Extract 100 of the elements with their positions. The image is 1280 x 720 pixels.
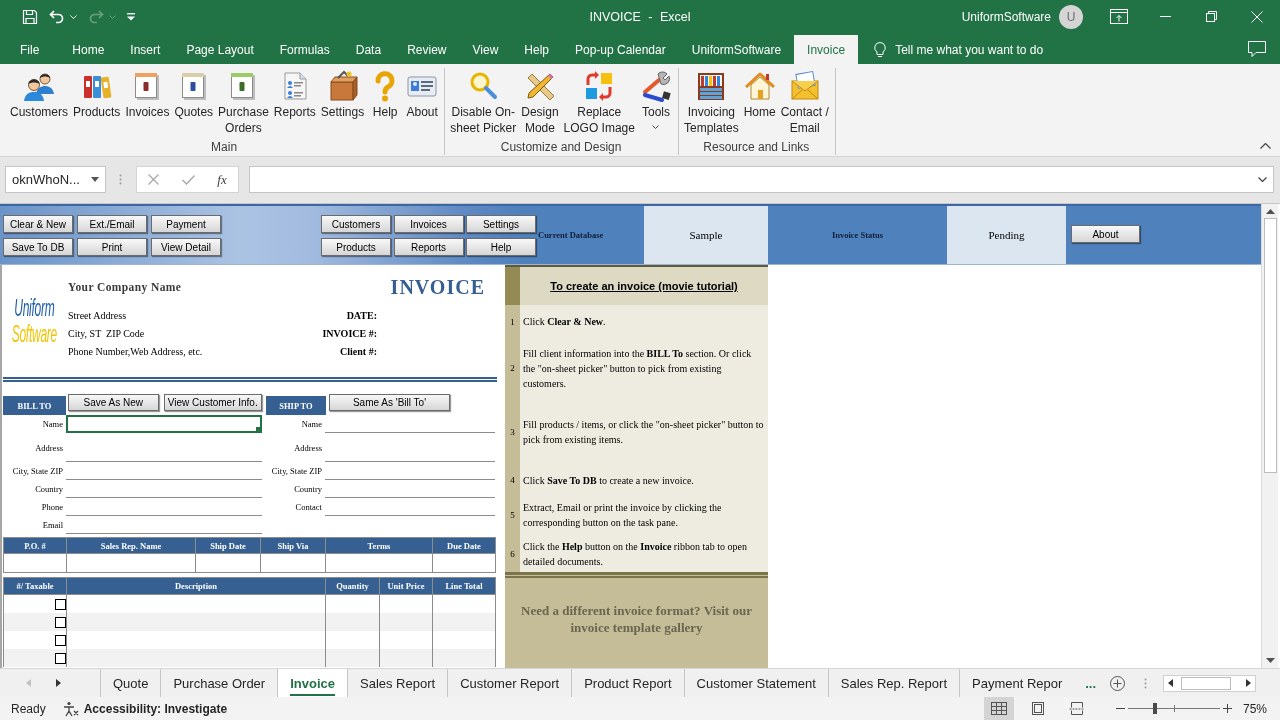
sheet-button[interactable]: Settings [466,215,536,233]
group-label: Main [210,139,239,155]
comment-icon[interactable] [1248,40,1266,57]
field-label: Address [35,442,63,453]
sheet-button[interactable]: About [1071,225,1140,243]
step-number: 2 [510,363,515,373]
sheet-tab[interactable]: Payment Repor [960,669,1066,697]
triangle-down-icon[interactable] [1265,658,1275,663]
ribbon-tab[interactable]: File [7,35,53,64]
checkbox[interactable] [55,598,66,610]
ribbon-button[interactable]: Replace LOGO Image [561,68,637,136]
table-cell [433,613,496,631]
insert-function-button[interactable]: fx [217,171,227,188]
ribbon-tab[interactable]: Home [59,35,118,64]
ribbon-button[interactable]: Invoices [123,68,172,120]
house-icon [743,70,776,102]
checkbox[interactable] [55,616,66,628]
ribbon-button[interactable]: Design Mode [519,68,561,136]
zoom-in-icon[interactable] [1222,704,1232,713]
ribbon-button[interactable]: Contact / Email [778,68,831,136]
envelope-icon [788,70,821,102]
page-layout-icon [1029,702,1046,715]
field-label: Email [42,520,63,530]
caret-down-icon[interactable] [91,177,99,182]
company-address-line: City, ST ZIP Code [68,327,145,339]
field-label: City, State ZIP [271,466,322,476]
ribbon-tab[interactable]: Page Layout [173,35,267,64]
ribbon-button[interactable]: Purchase Orders [216,68,271,136]
people-icon [23,70,55,102]
sheet-button[interactable]: Payment [151,215,221,233]
sheet-button[interactable]: View Detail [151,238,221,256]
ribbon-button[interactable]: Quotes [172,68,216,120]
tell-me-search[interactable]: Tell me what you want to do [874,35,1044,64]
sheet-button[interactable]: Ext./Email [77,215,147,233]
sheet-button[interactable]: Print [77,238,147,256]
ribbon-button[interactable]: Customers [8,68,70,120]
triangle-right-icon[interactable] [1246,679,1251,687]
ribbon-button[interactable]: Products [71,68,123,120]
ribbon-tab[interactable]: View [459,35,512,64]
step-text: Fill client information into the BILL To section. Or click the "on-sheet picker" button to pick from existing customers. [523,346,753,391]
formula-input[interactable] [249,166,1274,193]
ribbon-tab[interactable]: Insert [117,35,174,64]
ribbon-button[interactable]: Help [367,68,404,120]
column-header: Terms [326,538,433,554]
view-button[interactable] [983,697,1014,720]
section-heading: BILL TO [3,396,66,415]
ribbon-tab[interactable]: UniformSoftware [678,35,795,64]
checkbox[interactable] [55,634,66,646]
ribbon-tab[interactable]: Data [342,35,395,64]
sheet-button[interactable]: Help [466,238,536,256]
ribbon-tab[interactable]: Help [511,35,562,64]
sheet-button[interactable]: Reports [393,238,464,256]
input-field[interactable] [66,415,262,433]
company-logo: Uniform Software [11,294,57,347]
ribbon-button[interactable]: Settings [318,68,367,120]
status-field: Pending [947,206,1066,264]
ribbon-tab[interactable]: Review [394,35,460,64]
accessibility-button[interactable]: Accessibility: Investigate [62,700,228,717]
slider-thumb[interactable] [1152,703,1157,714]
caret-up-icon[interactable] [1260,143,1271,149]
field-label: DATE: [346,309,377,321]
column-header: Quantity [326,578,380,595]
step-text: Click Clear & New. [523,315,606,329]
ribbon-button[interactable]: Home [741,68,778,120]
triangle-left-icon[interactable] [1168,679,1173,687]
add-sheet-icon[interactable] [1110,675,1125,691]
field-label: Country [35,484,63,494]
ribbon-button[interactable]: Disable On- sheet Picker [448,68,519,136]
checkbox[interactable] [55,652,66,664]
ribbon-tab[interactable]: Pop-up Calendar [562,35,679,64]
triangle-up-icon[interactable] [1265,209,1275,214]
column-header: Due Date [433,538,496,554]
field-label: INVOICE #: [322,327,377,339]
sheet-button[interactable]: Save To DB [3,238,73,256]
check-icon[interactable] [181,174,195,185]
ribbon-tab[interactable]: Invoice [794,35,859,64]
name-box[interactable]: oknWhoN... [5,166,106,193]
caret-down-icon[interactable] [1258,177,1267,182]
normal-view-icon [990,702,1007,715]
ribbon-button[interactable]: About [404,68,441,120]
scrollbar-thumb[interactable] [1263,218,1277,473]
sheet-tab[interactable]: Invoice [278,669,348,697]
scrollbar-thumb[interactable] [1180,676,1231,690]
sheet-button[interactable]: Products [321,238,391,256]
triangle-right-icon[interactable] [56,679,61,687]
column-header: P.O. # [4,538,67,554]
minimize-icon [1159,16,1171,17]
sheet-button[interactable]: Invoices [393,215,464,233]
sheet-button[interactable]: Save As New [68,394,159,411]
column-header: Description [67,578,326,595]
ribbon-button[interactable]: Tools [637,68,674,129]
sheet-button[interactable]: Customers [321,215,391,233]
more-sheets-button[interactable]: ... [1085,675,1096,691]
sheet-button[interactable]: Same As 'Bill To' [329,394,450,411]
sheet-button[interactable]: Clear & New [3,215,73,233]
ribbon-tab[interactable]: Formulas [266,35,343,64]
ribbon-button[interactable]: Reports [271,68,318,120]
column-header: Unit Price [380,578,433,595]
sheet-button[interactable]: View Customer Info. [163,394,262,411]
ribbon-button[interactable]: Invoicing Templates [681,68,741,136]
